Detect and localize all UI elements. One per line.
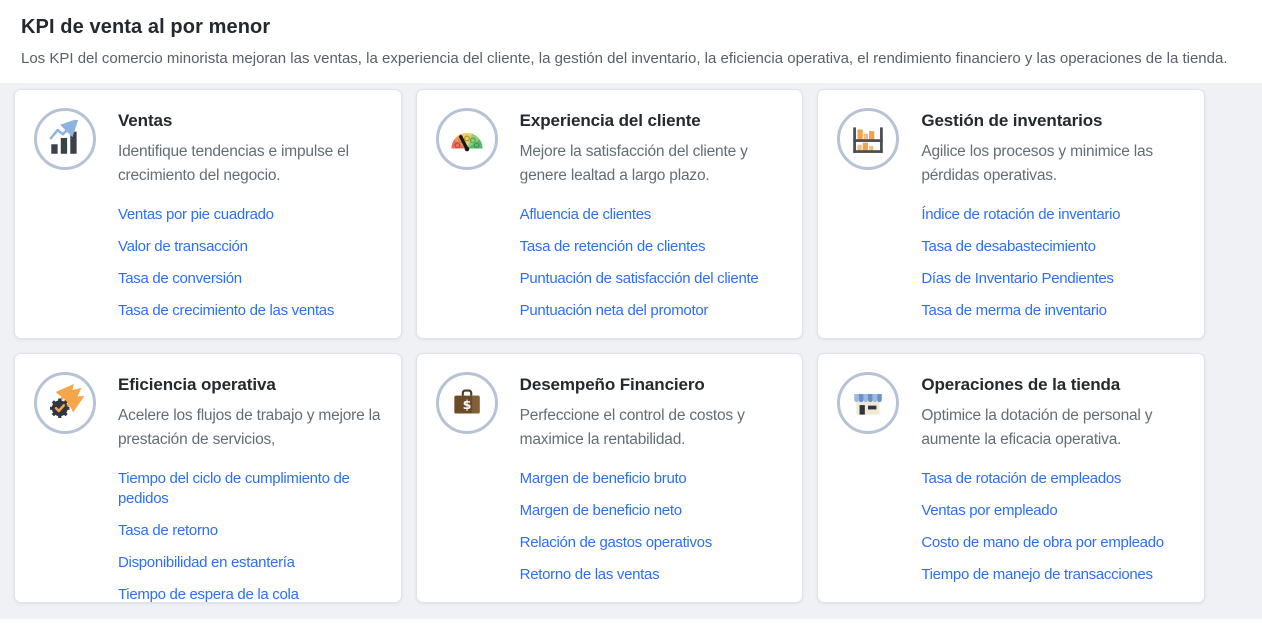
card-description: Optimice la dotación de personal y aumen…	[921, 404, 1192, 452]
bar-chart-trend-icon	[34, 108, 96, 170]
card-title: Experiencia del cliente	[520, 111, 791, 131]
kpi-link[interactable]: Días de Inventario Pendientes	[921, 270, 1113, 287]
kpi-link-list: Margen de beneficio bruto Margen de bene…	[520, 469, 791, 585]
kpi-card-operaciones-tienda: Operaciones de la tienda Optimice la dot…	[817, 353, 1205, 603]
kpi-link[interactable]: Disponibilidad en estantería	[118, 554, 295, 571]
kpi-link-list: Tiempo del ciclo de cumplimiento de pedi…	[118, 469, 389, 605]
kpi-link[interactable]: Índice de rotación de inventario	[921, 206, 1120, 223]
kpi-link[interactable]: Tasa de crecimiento de las ventas	[118, 302, 334, 319]
page-header: KPI de venta al por menor Los KPI del co…	[0, 0, 1262, 83]
card-body: Desempeño Financiero Perfeccione el cont…	[520, 372, 795, 597]
kpi-link[interactable]: Valor de transacción	[118, 238, 248, 255]
kpi-link[interactable]: Tasa de conversión	[118, 270, 242, 287]
kpi-card-experiencia-cliente: Experiencia del cliente Mejore la satisf…	[416, 89, 804, 339]
kpi-card-eficiencia-operativa: Eficiencia operativa Acelere los flujos …	[14, 353, 402, 603]
card-body: Gestión de inventarios Agilice los proce…	[921, 108, 1196, 333]
kpi-link[interactable]: Tasa de merma de inventario	[921, 302, 1106, 319]
satisfaction-gauge-icon	[447, 124, 487, 154]
kpi-card-ventas: Ventas Identifique tendencias e impulse …	[14, 89, 402, 339]
card-description: Acelere los flujos de trabajo y mejore l…	[118, 404, 389, 452]
inventory-shelf-icon	[837, 108, 899, 170]
card-body: Eficiencia operativa Acelere los flujos …	[118, 372, 393, 617]
kpi-link[interactable]: Tasa de retención de clientes	[520, 238, 706, 255]
kpi-link[interactable]: Tasa de rotación de empleados	[921, 470, 1121, 487]
kpi-link[interactable]: Puntuación de satisfacción del cliente	[520, 270, 759, 287]
briefcase-dollar-icon: $	[436, 372, 498, 434]
gear-arrows-icon	[46, 384, 84, 422]
kpi-link-list: Ventas por pie cuadrado Valor de transac…	[118, 205, 389, 321]
page-subtitle: Los KPI del comercio minorista mejoran l…	[21, 48, 1240, 70]
briefcase-dollar-icon: $	[448, 384, 486, 422]
card-body: Operaciones de la tienda Optimice la dot…	[921, 372, 1196, 597]
kpi-link[interactable]: Tasa de desabastecimiento	[921, 238, 1095, 255]
kpi-link[interactable]: Margen de beneficio bruto	[520, 470, 687, 487]
card-title: Eficiencia operativa	[118, 375, 389, 395]
kpi-link-list: Índice de rotación de inventario Tasa de…	[921, 205, 1192, 321]
kpi-link[interactable]: Tiempo del ciclo de cumplimiento de pedi…	[118, 470, 350, 507]
kpi-link[interactable]: Tasa de retorno	[118, 522, 218, 539]
kpi-cards-section: Ventas Identifique tendencias e impulse …	[0, 83, 1262, 619]
card-title: Gestión de inventarios	[921, 111, 1192, 131]
kpi-link[interactable]: Retorno de las ventas	[520, 566, 660, 583]
kpi-link[interactable]: Ventas por empleado	[921, 502, 1057, 519]
card-description: Agilice los procesos y minimice las pérd…	[921, 140, 1192, 188]
kpi-link[interactable]: Afluencia de clientes	[520, 206, 651, 223]
kpi-card-gestion-inventarios: Gestión de inventarios Agilice los proce…	[817, 89, 1205, 339]
kpi-link[interactable]: Tiempo de manejo de transacciones	[921, 566, 1152, 583]
kpi-cards-grid: Ventas Identifique tendencias e impulse …	[14, 89, 1205, 603]
kpi-card-desempeno-financiero: $ Desempeño Financiero Perfeccione el co…	[416, 353, 804, 603]
kpi-link-list: Tasa de rotación de empleados Ventas por…	[921, 469, 1192, 585]
storefront-icon	[849, 384, 887, 422]
inventory-shelf-icon	[849, 120, 887, 158]
card-body: Experiencia del cliente Mejore la satisf…	[520, 108, 795, 333]
storefront-icon	[837, 372, 899, 434]
satisfaction-gauge-icon	[436, 108, 498, 170]
card-title: Desempeño Financiero	[520, 375, 791, 395]
kpi-link[interactable]: Relación de gastos operativos	[520, 534, 712, 551]
svg-text:$: $	[462, 397, 471, 412]
card-description: Perfeccione el control de costos y maxim…	[520, 404, 791, 452]
kpi-link[interactable]: Puntuación neta del promotor	[520, 302, 708, 319]
card-title: Ventas	[118, 111, 389, 131]
card-description: Identifique tendencias e impulse el crec…	[118, 140, 389, 188]
card-title: Operaciones de la tienda	[921, 375, 1192, 395]
kpi-link[interactable]: Costo de mano de obra por empleado	[921, 534, 1163, 551]
gear-arrows-icon	[34, 372, 96, 434]
card-description: Mejore la satisfacción del cliente y gen…	[520, 140, 791, 188]
page-title: KPI de venta al por menor	[21, 16, 1240, 39]
kpi-link[interactable]: Tiempo de espera de la cola	[118, 586, 299, 603]
kpi-link-list: Afluencia de clientes Tasa de retención …	[520, 205, 791, 321]
bar-chart-trend-icon	[46, 120, 84, 158]
card-body: Ventas Identifique tendencias e impulse …	[118, 108, 393, 333]
kpi-link[interactable]: Margen de beneficio neto	[520, 502, 682, 519]
kpi-link[interactable]: Ventas por pie cuadrado	[118, 206, 274, 223]
